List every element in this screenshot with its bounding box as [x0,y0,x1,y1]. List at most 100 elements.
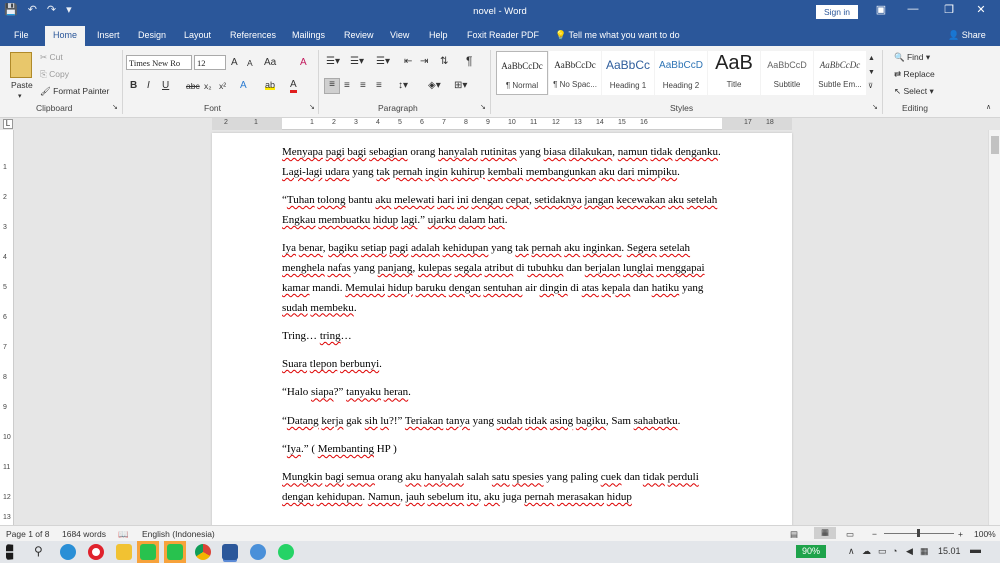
vertical-scrollbar[interactable] [988,130,1000,525]
document-paragraph[interactable]: “Iya.” ( Membanting HP ) [282,440,722,460]
text-effects-button[interactable]: A [240,80,247,91]
tab-mailings[interactable]: Mailings [292,30,325,40]
subscript-button[interactable]: x₂ [204,81,212,91]
document-paragraph[interactable]: “Halo siapa?” tanyaku heran. [282,383,722,403]
chevron-up-icon[interactable]: ∧ [848,546,855,557]
tab-file[interactable]: File [14,30,29,40]
vertical-ruler[interactable]: 1 2 3 4 5 6 7 8 9 10 11 12 13 [0,130,14,525]
tab-home[interactable]: Home [45,26,86,46]
read-mode-icon[interactable]: ▤ [790,529,798,540]
share-button[interactable]: 👤 Share [948,30,986,41]
font-launcher-icon[interactable]: ↘ [309,103,315,111]
bullets-icon[interactable]: ☰▾ [326,56,340,67]
notifications-icon[interactable]: ▬ [970,544,981,556]
zoom-out-button[interactable]: − [872,529,877,539]
cut-button[interactable]: ✂ Cut [40,52,63,63]
document-paragraph[interactable]: “Tuhan tolong bantu aku melewati hari in… [282,191,722,231]
close-icon[interactable]: ✕ [966,3,996,16]
zoom-in-button[interactable]: + [958,529,963,539]
scrollbar-thumb[interactable] [991,136,999,154]
font-color-button[interactable]: A [290,80,297,93]
borders-icon[interactable]: ⊞▾ [454,80,467,91]
battery-indicator[interactable]: 90% [796,545,826,558]
line-spacing-icon[interactable]: ↕▾ [398,80,408,91]
paste-dropdown-icon[interactable]: ▾ [18,92,22,100]
opera-icon[interactable] [88,544,104,560]
shading-icon[interactable]: ◈▾ [428,80,441,91]
horizontal-ruler[interactable]: 2 1 1 2 3 4 5 6 7 8 9 10 11 12 13 14 15 … [212,118,792,130]
style-subtle-emphasis[interactable]: AaBbCcDc Subtle Em... [814,51,866,95]
word-count[interactable]: 1684 words [62,529,106,539]
file-explorer-icon[interactable] [116,544,132,560]
strikethrough-button[interactable]: abc [186,81,200,91]
sort-icon[interactable]: ⇅ [440,56,448,67]
keyboard-icon[interactable]: ▦ [920,546,929,557]
document-paragraph[interactable]: Suara tlepon berbunyi. [282,355,722,375]
paragraph-launcher-icon[interactable]: ↘ [480,103,486,111]
tab-layout[interactable]: Layout [184,30,211,40]
grow-font-button[interactable]: A [231,57,238,68]
paste-button[interactable]: Paste [11,80,33,90]
font-size-box[interactable]: 12 [194,55,226,70]
network-icon[interactable]: ◔ [892,546,897,556]
tab-review[interactable]: Review [344,30,374,40]
line-icon[interactable] [167,544,183,560]
styles-scroll-icon[interactable]: ▲ ▼ ⊽ [868,52,875,94]
decrease-indent-icon[interactable]: ⇤ [404,56,412,67]
change-case-button[interactable]: Aa [264,57,276,68]
clock[interactable]: 15.01 [938,546,961,556]
tab-references[interactable]: References [230,30,276,40]
font-name-box[interactable]: Times New Ro [126,55,192,70]
volume-icon[interactable]: ◀ [906,546,913,557]
format-painter-button[interactable]: 🖌 Format Painter [40,86,109,97]
minimize-icon[interactable]: — [898,3,928,15]
whatsapp-icon[interactable] [278,544,294,560]
shrink-font-button[interactable]: A [247,58,253,68]
tab-foxit-reader-pdf[interactable]: Foxit Reader PDF [467,30,539,40]
style-normal[interactable]: AaBbCcDc ¶ Normal [496,51,548,95]
style-heading-2[interactable]: AaBbCcD Heading 2 [655,51,707,95]
edge-icon[interactable] [60,544,76,560]
superscript-button[interactable]: x² [219,81,226,91]
justify-icon[interactable]: ≡ [376,80,382,91]
style-subtitle[interactable]: AaBbCcD Subtitle [761,51,813,95]
show-formatting-icon[interactable]: ¶ [466,54,472,68]
align-left-icon[interactable]: ≡ [324,78,340,94]
find-button[interactable]: 🔍 Find ▾ [894,52,930,63]
document-paragraph[interactable]: Iya benar, bagiku setiap pagi adalah keh… [282,239,722,318]
copy-button[interactable]: ⎘ Copy [40,69,69,80]
ribbon-display-options-icon[interactable]: ▣ [866,3,896,16]
italic-button[interactable]: I [147,80,150,91]
paste-icon[interactable] [10,52,32,78]
document-paragraph[interactable]: Menyapa pagi bagi sebagian orang hanyala… [282,143,722,183]
tell-me-search[interactable]: 💡 Tell me what you want to do [555,30,680,41]
clipboard-launcher-icon[interactable]: ↘ [112,103,118,111]
page-count[interactable]: Page 1 of 8 [6,529,49,539]
style-title[interactable]: AaB Title [708,51,760,95]
tab-selector-icon[interactable]: L [3,119,13,129]
chrome-icon[interactable] [195,544,211,560]
styles-launcher-icon[interactable]: ↘ [872,103,878,111]
numbering-icon[interactable]: ☰▾ [350,56,364,67]
proofing-icon[interactable]: 📖 [118,529,129,540]
battery-icon[interactable]: ▭ [878,546,887,557]
line-icon[interactable] [140,544,156,560]
sign-in-button[interactable]: Sign in [816,5,858,19]
document-paragraph[interactable]: “Datang kerja gak sih lu?!” Teriakan tan… [282,412,722,432]
replace-button[interactable]: ⇄ Replace [894,69,935,80]
print-layout-icon[interactable]: ▦ [814,527,836,539]
clear-formatting-button[interactable]: A [300,57,307,68]
select-button[interactable]: ↖ Select ▾ [894,86,934,97]
document-paragraph[interactable]: Tring… tring… [282,327,722,347]
tray-app-icon[interactable]: ☁ [862,546,871,557]
style-no-spacing[interactable]: AaBbCcDc ¶ No Spac... [549,51,601,95]
increase-indent-icon[interactable]: ⇥ [420,56,428,67]
underline-button[interactable]: U [162,80,169,91]
tab-view[interactable]: View [390,30,409,40]
zoom-slider-thumb[interactable] [917,529,920,537]
zoom-level[interactable]: 100% [974,529,996,539]
highlight-button[interactable]: ab [265,80,276,90]
language-indicator[interactable]: English (Indonesia) [142,529,215,539]
tab-help[interactable]: Help [429,30,448,40]
search-icon[interactable]: ⚲ [34,544,43,558]
